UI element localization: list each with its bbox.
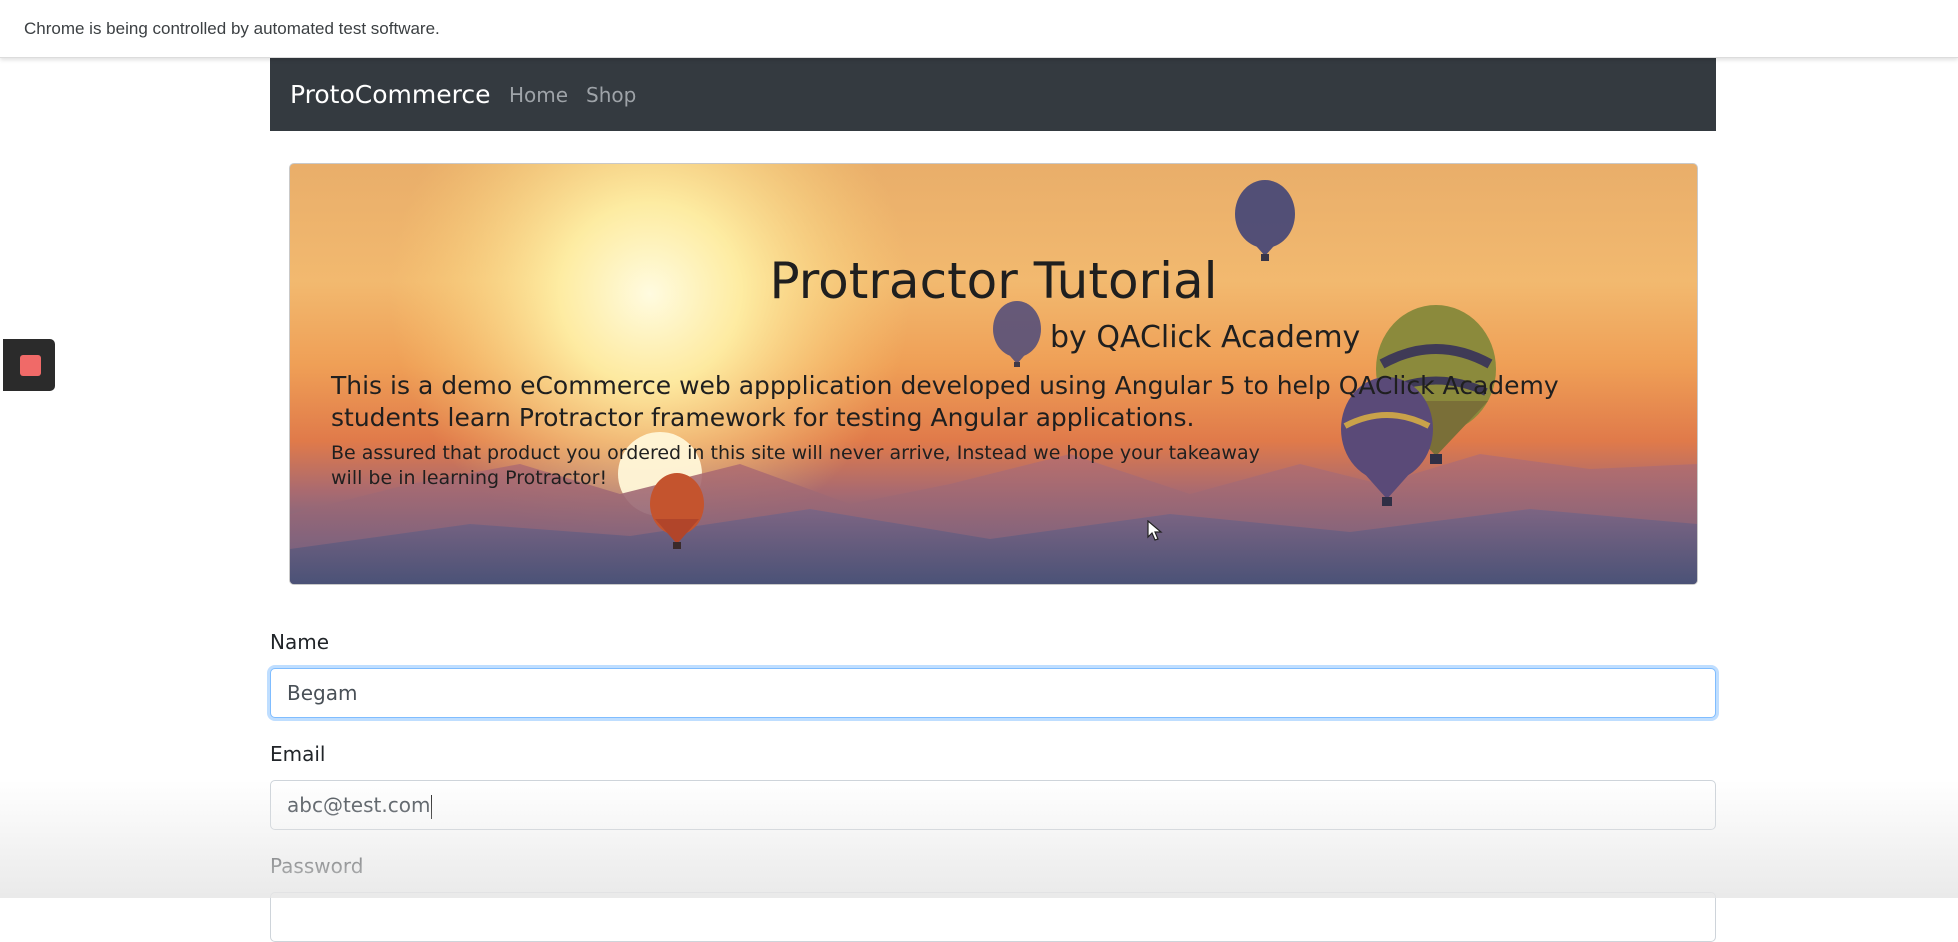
text-caret: [431, 794, 433, 819]
email-input-value: abc@test.com: [287, 793, 431, 817]
stop-icon[interactable]: [20, 355, 41, 376]
automation-infobar: Chrome is being controlled by automated …: [0, 0, 1958, 58]
email-input[interactable]: abc@test.com: [270, 780, 1716, 830]
automation-message: Chrome is being controlled by automated …: [24, 19, 440, 38]
name-label: Name: [270, 630, 330, 654]
password-input[interactable]: [270, 892, 1716, 942]
hero-banner: Protractor Tutorial by QAClick Academy T…: [289, 163, 1698, 585]
navbar: ProtoCommerce Home Shop: [270, 58, 1716, 131]
name-input-value: Begam: [287, 681, 358, 705]
email-label: Email: [270, 742, 326, 766]
mouse-pointer-icon: [1147, 520, 1163, 541]
hero-description: This is a demo eCommerce web appplicatio…: [331, 371, 1559, 432]
name-input[interactable]: Begam: [270, 668, 1716, 718]
recording-widget[interactable]: [3, 339, 55, 391]
password-label: Password: [270, 854, 364, 878]
nav-shop-link[interactable]: Shop: [586, 83, 636, 107]
hero-disclaimer: Be assured that product you ordered in t…: [331, 442, 1260, 489]
brand-logo[interactable]: ProtoCommerce: [290, 80, 490, 109]
nav-home-link[interactable]: Home: [509, 83, 568, 107]
hero-subtitle: by QAClick Academy: [1050, 320, 1361, 355]
hero-title: Protractor Tutorial: [769, 252, 1218, 310]
